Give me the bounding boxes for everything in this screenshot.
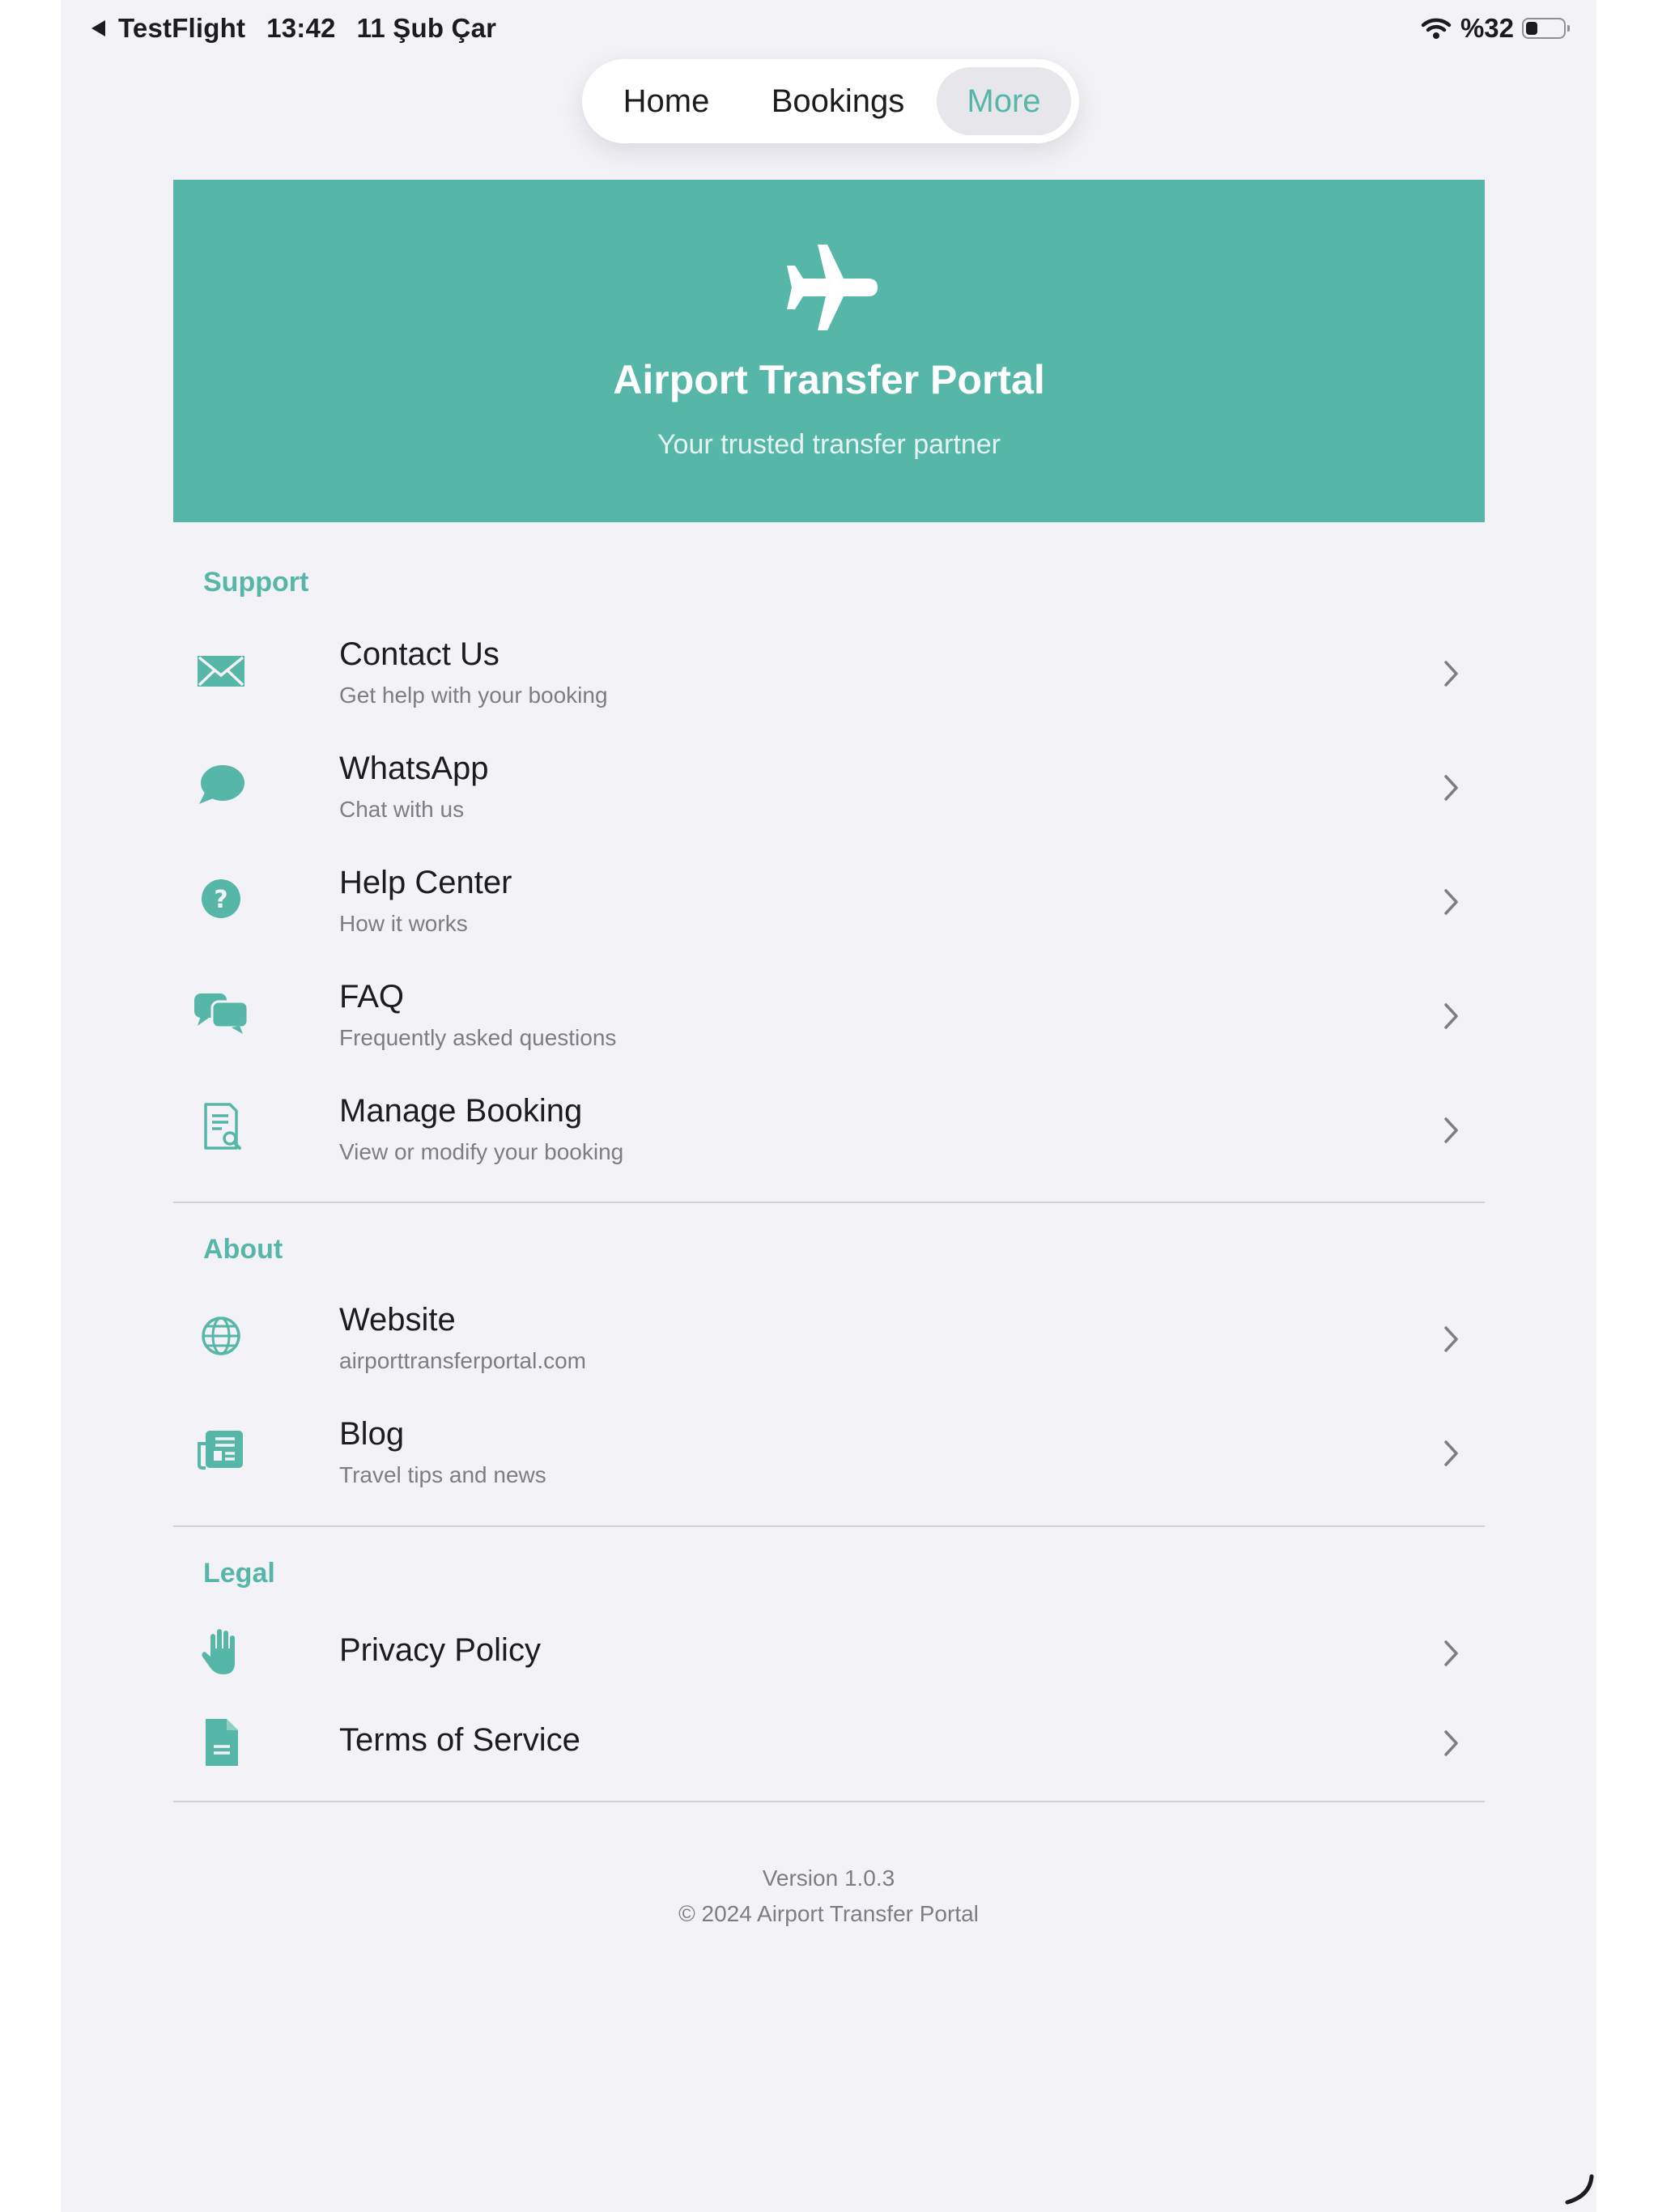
status-right: %32 xyxy=(1420,13,1570,44)
back-arrow-icon xyxy=(91,20,105,36)
row-whatsapp[interactable]: WhatsApp Chat with us xyxy=(173,739,1485,836)
newspaper-icon xyxy=(193,1421,251,1479)
row-title: Blog xyxy=(339,1416,405,1452)
row-subtitle: Chat with us xyxy=(339,797,465,822)
row-subtitle: Frequently asked questions xyxy=(339,1025,617,1050)
row-privacy-policy[interactable]: Privacy Policy xyxy=(173,1605,1485,1702)
row-subtitle: Travel tips and news xyxy=(339,1462,546,1487)
back-app-label: TestFlight xyxy=(118,13,246,43)
row-manage-booking[interactable]: Manage Booking View or modify your booki… xyxy=(173,1082,1485,1179)
row-title: FAQ xyxy=(339,979,405,1015)
chevron-right-icon xyxy=(1441,1439,1460,1468)
wifi-icon xyxy=(1420,16,1452,40)
tab-home[interactable]: Home xyxy=(593,67,739,135)
chevron-right-icon xyxy=(1441,659,1460,688)
row-help-center[interactable]: ? Help Center How it works xyxy=(173,853,1485,951)
chevron-right-icon xyxy=(1441,1639,1460,1668)
section-divider xyxy=(173,1202,1485,1203)
section-divider xyxy=(173,1801,1485,1802)
hand-icon xyxy=(193,1624,251,1682)
airplane-icon xyxy=(780,243,878,332)
copyright-text: © 2024 Airport Transfer Portal xyxy=(678,1901,979,1926)
screen: TestFlight 13:42 11 Şub Çar %32 Home Boo… xyxy=(61,0,1596,2212)
tab-more[interactable]: More xyxy=(937,67,1071,135)
question-circle-icon: ? xyxy=(193,870,251,928)
chevron-right-icon xyxy=(1441,1002,1460,1031)
row-website[interactable]: Website airporttransferportal.com xyxy=(173,1291,1485,1388)
row-terms-of-service[interactable]: Terms of Service xyxy=(173,1695,1485,1792)
hero-subtitle: Your trusted transfer partner xyxy=(657,429,1001,460)
footer: Version 1.0.3 © 2024 Airport Transfer Po… xyxy=(61,1861,1596,1932)
section-divider xyxy=(173,1525,1485,1527)
section-header-about: About xyxy=(203,1234,283,1265)
chevron-right-icon xyxy=(1441,1325,1460,1354)
row-title: Help Center xyxy=(339,865,512,900)
row-title: Privacy Policy xyxy=(339,1632,541,1668)
chevron-right-icon xyxy=(1441,1116,1460,1145)
hero-title: Airport Transfer Portal xyxy=(613,357,1045,402)
svg-text:?: ? xyxy=(214,886,227,914)
corner-handle-icon xyxy=(1562,2173,1595,2206)
document-search-icon xyxy=(193,1098,251,1156)
row-title: WhatsApp xyxy=(339,751,489,786)
row-subtitle: View or modify your booking xyxy=(339,1139,624,1164)
tab-bookings[interactable]: Bookings xyxy=(747,67,929,135)
hero-banner: Airport Transfer Portal Your trusted tra… xyxy=(173,180,1485,522)
chevron-right-icon xyxy=(1441,773,1460,802)
row-title: Manage Booking xyxy=(339,1093,583,1129)
battery-icon xyxy=(1522,18,1570,39)
status-date: 11 Şub Çar xyxy=(356,13,497,43)
row-contact-us[interactable]: Contact Us Get help with your booking xyxy=(173,625,1485,722)
section-header-support: Support xyxy=(203,567,309,598)
envelope-icon xyxy=(193,641,251,700)
file-text-icon xyxy=(193,1714,251,1772)
status-time: 13:42 xyxy=(266,13,336,43)
row-title: Terms of Service xyxy=(339,1722,580,1758)
comments-icon xyxy=(193,984,251,1042)
back-to-app[interactable]: TestFlight 13:42 11 Şub Çar xyxy=(91,13,496,44)
version-text: Version 1.0.3 xyxy=(762,1865,895,1891)
row-subtitle: airporttransferportal.com xyxy=(339,1348,587,1373)
status-bar: TestFlight 13:42 11 Şub Çar %32 xyxy=(61,0,1596,62)
globe-icon xyxy=(193,1307,251,1365)
chat-bubble-icon xyxy=(193,755,251,814)
row-subtitle: How it works xyxy=(339,911,468,936)
row-subtitle: Get help with your booking xyxy=(339,683,608,708)
row-title: Website xyxy=(339,1302,456,1338)
row-blog[interactable]: Blog Travel tips and news xyxy=(173,1405,1485,1502)
battery-percent: %32 xyxy=(1460,13,1514,43)
row-title: Contact Us xyxy=(339,636,500,672)
row-faq[interactable]: FAQ Frequently asked questions xyxy=(173,968,1485,1065)
section-header-legal: Legal xyxy=(203,1558,275,1589)
chevron-right-icon xyxy=(1441,887,1460,917)
chevron-right-icon xyxy=(1441,1729,1460,1758)
top-tab-bar: Home Bookings More xyxy=(582,59,1079,143)
